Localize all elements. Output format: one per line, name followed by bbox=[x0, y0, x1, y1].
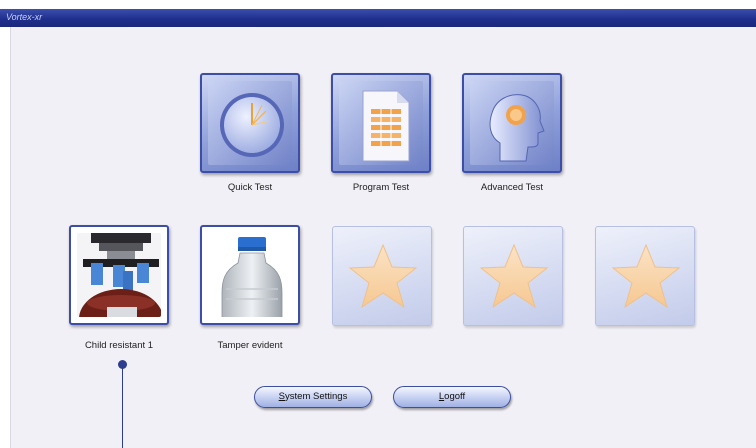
title-bar: Vortex-xr bbox=[0, 9, 756, 27]
clock-icon bbox=[208, 81, 292, 165]
star-icon bbox=[470, 233, 556, 319]
empty-program-slot-3[interactable] bbox=[595, 226, 695, 326]
advanced-test-label: Advanced Test bbox=[480, 182, 544, 193]
callout-line bbox=[122, 364, 123, 448]
logoff-button[interactable]: Logoff bbox=[393, 386, 511, 408]
bottle-icon bbox=[208, 233, 292, 317]
empty-program-slot-1[interactable] bbox=[332, 226, 432, 326]
screen: Vortex-xr Quick Test Program Test Advanc… bbox=[0, 0, 756, 448]
quick-test-tile[interactable] bbox=[200, 73, 300, 173]
empty-program-slot-2[interactable] bbox=[463, 226, 563, 326]
star-icon bbox=[339, 233, 425, 319]
system-settings-label: ystem Settings bbox=[285, 391, 348, 402]
quick-test-label: Quick Test bbox=[227, 182, 273, 193]
tamper-evident-label: Tamper evident bbox=[217, 340, 283, 351]
advanced-test-tile[interactable] bbox=[462, 73, 562, 173]
document-icon bbox=[339, 81, 423, 165]
window-title: Vortex-xr bbox=[6, 12, 43, 22]
child-resistant-fixture-icon bbox=[77, 233, 161, 317]
head-icon bbox=[470, 81, 554, 165]
tamper-evident-tile[interactable] bbox=[200, 225, 300, 325]
star-icon bbox=[602, 233, 688, 319]
system-settings-button[interactable]: System Settings bbox=[254, 386, 372, 408]
logoff-label: ogoff bbox=[444, 391, 466, 402]
program-test-label: Program Test bbox=[352, 182, 410, 193]
child-resistant-label: Child resistant 1 bbox=[84, 340, 154, 351]
program-test-tile[interactable] bbox=[331, 73, 431, 173]
child-resistant-tile[interactable] bbox=[69, 225, 169, 325]
